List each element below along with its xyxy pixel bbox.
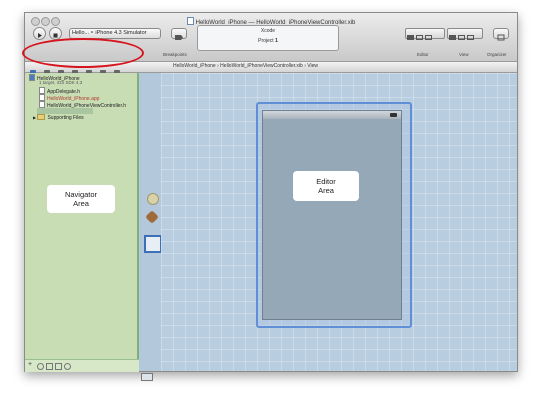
organizer-button[interactable] bbox=[493, 28, 509, 41]
list-item[interactable]: ▶ Supporting Files bbox=[33, 114, 84, 121]
activity-title: Xcode bbox=[260, 28, 276, 34]
organizer-icon bbox=[497, 34, 505, 41]
app-icon bbox=[39, 94, 45, 101]
breadcrumb-item[interactable]: HelloWorld_iPhone bbox=[173, 63, 216, 69]
navigator-area: HelloWorld_iPhone 1 target, iOS SDK 4.3 … bbox=[25, 73, 139, 359]
run-icon bbox=[38, 33, 42, 38]
activity-count: 1 bbox=[275, 38, 278, 44]
utilities-toggle-icon[interactable] bbox=[467, 35, 474, 40]
first-responder-icon[interactable] bbox=[145, 210, 159, 224]
view-control[interactable] bbox=[447, 28, 483, 40]
debug-toggle-icon[interactable] bbox=[458, 35, 465, 40]
file-icon bbox=[39, 87, 45, 94]
navigator-area-label: Navigator Area bbox=[47, 185, 115, 213]
version-editor-icon[interactable] bbox=[425, 35, 432, 40]
file-icon bbox=[39, 101, 45, 108]
editor-label: Editor bbox=[417, 52, 429, 57]
organizer-label: Organizer bbox=[487, 52, 507, 57]
scm-icon[interactable] bbox=[64, 363, 71, 370]
view-icon[interactable] bbox=[144, 235, 162, 253]
standard-editor-icon[interactable] bbox=[407, 35, 414, 40]
breadcrumb-item[interactable]: View bbox=[307, 63, 318, 69]
navigator-filter-bar: + bbox=[25, 359, 139, 372]
breakpoints-label: Breakpoints bbox=[163, 52, 187, 57]
activity-project-label: Project bbox=[258, 38, 274, 44]
breadcrumb: HelloWorld_iPhone › HelloWorld_iPhoneVie… bbox=[173, 63, 319, 69]
assistant-editor-icon[interactable] bbox=[416, 35, 423, 40]
breadcrumb-item[interactable]: HelloWorld_iPhoneViewController.xib bbox=[220, 63, 303, 69]
modified-files-icon[interactable] bbox=[55, 363, 62, 370]
simulated-status-bar bbox=[263, 111, 401, 119]
run-button[interactable] bbox=[33, 27, 46, 40]
activity-viewer: Xcode Project 1 bbox=[197, 25, 339, 51]
recent-files-icon[interactable] bbox=[46, 363, 53, 370]
placeholder-icon[interactable] bbox=[147, 193, 159, 205]
project-subtitle: 1 target, iOS SDK 4.3 bbox=[39, 80, 83, 85]
document-icon bbox=[186, 17, 194, 25]
document-outline-dock bbox=[139, 73, 162, 381]
annotation-circle bbox=[22, 38, 144, 68]
breakpoints-button[interactable] bbox=[171, 28, 187, 40]
disclosure-triangle-icon[interactable]: ▶ bbox=[33, 115, 36, 120]
project-icon bbox=[29, 74, 35, 81]
battery-icon bbox=[390, 113, 397, 117]
editor-mode-control[interactable] bbox=[405, 28, 445, 40]
iphone-view[interactable] bbox=[262, 110, 402, 320]
view-label: View bbox=[459, 52, 469, 57]
add-icon[interactable]: + bbox=[28, 361, 32, 368]
folder-icon bbox=[37, 114, 46, 120]
navigator-toggle-icon[interactable] bbox=[449, 35, 456, 40]
editor-area-label: Editor Area bbox=[293, 171, 359, 201]
breakpoint-icon bbox=[175, 35, 183, 40]
show-document-outline-icon[interactable] bbox=[141, 373, 153, 381]
filter-icon[interactable] bbox=[37, 363, 44, 370]
